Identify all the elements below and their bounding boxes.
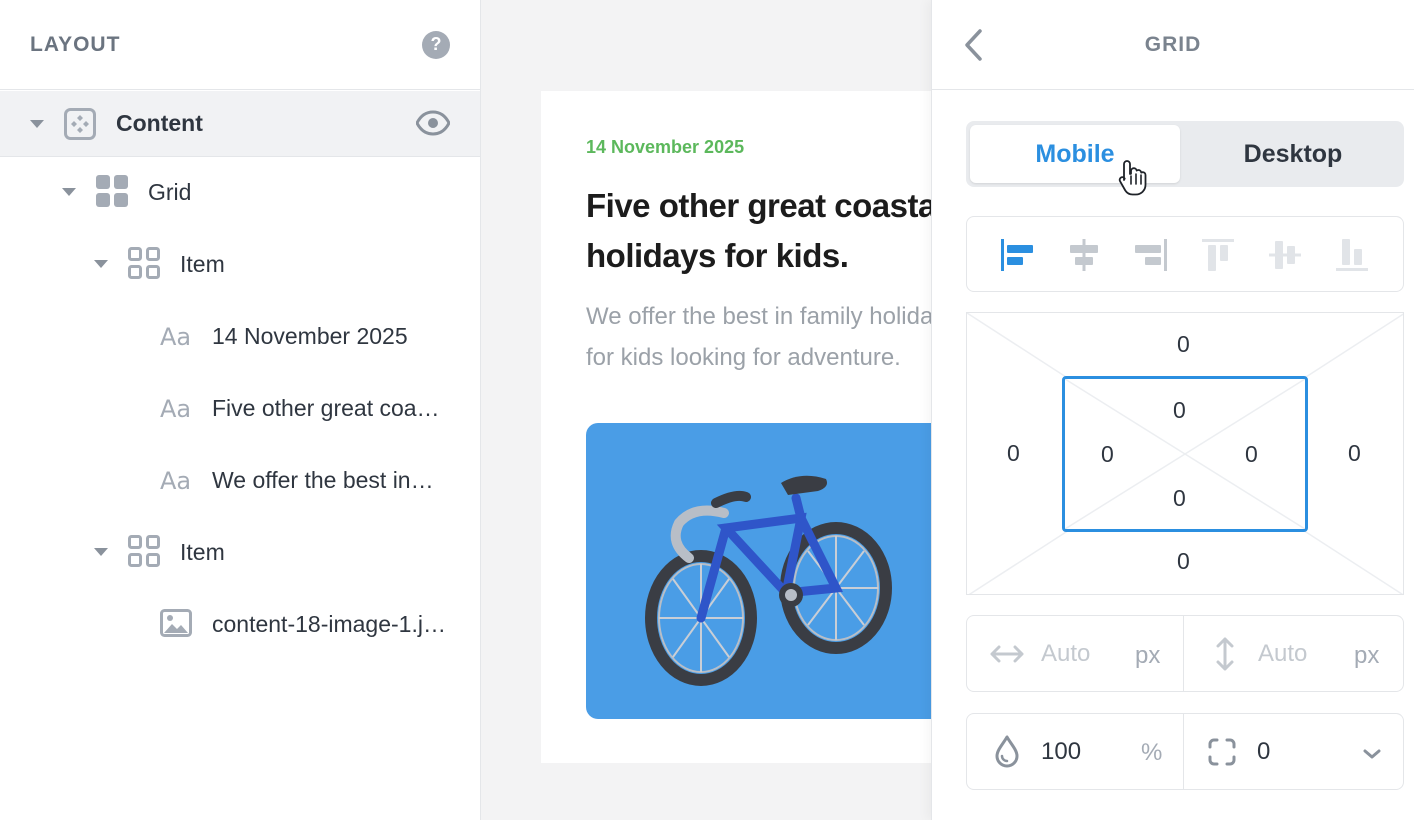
opacity-drop-icon <box>993 734 1021 773</box>
tree-item-text-title[interactable]: Aa Five other great coa… <box>0 374 480 440</box>
image-icon <box>160 609 192 637</box>
article-date[interactable]: 14 November 2025 <box>586 137 744 158</box>
padding-right-value[interactable]: 0 <box>1245 441 1258 468</box>
align-bottom-icon[interactable] <box>1334 237 1370 273</box>
tree-item-grid[interactable]: Grid <box>0 158 480 224</box>
alignment-toolbar <box>966 216 1404 292</box>
padding-top-value[interactable]: 0 <box>1173 397 1186 424</box>
collapse-caret-icon[interactable] <box>62 188 76 196</box>
hand-pointer-icon <box>1118 158 1148 201</box>
radius-input[interactable]: 0 <box>1257 738 1270 766</box>
height-input[interactable]: Auto <box>1258 640 1307 668</box>
divider <box>1183 714 1184 789</box>
align-right-icon[interactable] <box>1133 237 1169 273</box>
border-radius-icon <box>1207 737 1237 772</box>
size-fields: Auto px Auto px <box>966 615 1404 692</box>
device-toggle: Mobile Desktop <box>966 121 1404 187</box>
article-title[interactable]: Five other great coastal holidays for ki… <box>586 181 941 281</box>
preview-card[interactable]: 14 November 2025 Five other great coasta… <box>541 91 941 763</box>
grid-item-icon <box>128 535 160 567</box>
width-unit[interactable]: px <box>1135 642 1160 670</box>
spacing-editor: 0 0 0 0 0 0 0 0 <box>966 312 1404 595</box>
tree-item-label: content-18-image-1.j… <box>212 611 446 637</box>
tree-item-image[interactable]: content-18-image-1.j… <box>0 590 480 656</box>
tree-item-text-body[interactable]: Aa We offer the best in… <box>0 446 480 512</box>
opacity-input[interactable]: 100 <box>1041 738 1081 766</box>
width-arrows-icon <box>989 642 1025 671</box>
layout-panel-title: LAYOUT <box>30 32 121 56</box>
bicycle-illustration <box>645 475 892 686</box>
chevron-down-icon[interactable] <box>1363 747 1381 765</box>
opacity-unit[interactable]: % <box>1141 739 1162 767</box>
margin-right-value[interactable]: 0 <box>1348 440 1361 467</box>
article-image[interactable] <box>586 423 941 719</box>
grid-panel-title: GRID <box>1144 32 1202 56</box>
tree-item-text-date[interactable]: Aa 14 November 2025 <box>0 302 480 368</box>
layout-panel: LAYOUT ? Content Grid Item Aa 14 Novembe… <box>0 0 481 820</box>
padding-left-value[interactable]: 0 <box>1101 441 1114 468</box>
tree-item-label: We offer the best in… <box>212 467 434 493</box>
tree-item-label: 14 November 2025 <box>212 323 408 349</box>
text-icon: Aa <box>160 467 192 495</box>
height-unit[interactable]: px <box>1354 642 1379 670</box>
help-icon[interactable]: ? <box>422 30 450 59</box>
padding-box: 0 0 0 0 <box>1062 376 1308 532</box>
collapse-caret-icon[interactable] <box>94 260 108 268</box>
grid-panel-header: GRID <box>932 0 1414 90</box>
tree-item-label: Grid <box>148 179 192 205</box>
tree-item-content[interactable]: Content <box>0 91 480 157</box>
tab-mobile[interactable]: Mobile <box>970 125 1180 183</box>
tree-item-label: Item <box>180 251 225 277</box>
padding-bottom-value[interactable]: 0 <box>1173 485 1186 512</box>
margin-top-value[interactable]: 0 <box>1177 331 1190 358</box>
align-middle-icon[interactable] <box>1267 237 1303 273</box>
tree-item-item[interactable]: Item <box>0 230 480 296</box>
style-fields: 100 % 0 <box>966 713 1404 790</box>
article-text[interactable]: We offer the best in family holidays, pe… <box>586 296 941 378</box>
grid-item-icon <box>128 247 160 279</box>
align-center-icon[interactable] <box>1066 237 1102 273</box>
tab-desktop[interactable]: Desktop <box>1186 125 1400 183</box>
tree-item-label: Five other great coa… <box>212 395 440 421</box>
width-input[interactable]: Auto <box>1041 640 1090 668</box>
text-icon: Aa <box>160 395 192 423</box>
tree-item-item[interactable]: Item <box>0 518 480 584</box>
margin-bottom-value[interactable]: 0 <box>1177 548 1190 575</box>
grid-settings-panel: GRID Mobile Desktop 0 0 0 0 0 0 0 0 Auto… <box>931 0 1414 820</box>
component-icon <box>64 108 96 140</box>
align-top-icon[interactable] <box>1200 237 1236 273</box>
collapse-caret-icon[interactable] <box>94 548 108 556</box>
margin-left-value[interactable]: 0 <box>1007 440 1020 467</box>
collapse-caret-icon[interactable] <box>30 120 44 128</box>
eye-icon[interactable] <box>415 110 451 141</box>
divider <box>1183 616 1184 691</box>
height-arrows-icon <box>1213 636 1237 677</box>
tree-item-label: Content <box>116 110 203 136</box>
tree-item-label: Item <box>180 539 225 565</box>
text-icon: Aa <box>160 323 192 351</box>
back-chevron-icon[interactable] <box>962 28 984 67</box>
grid-icon <box>96 175 128 207</box>
bicycle-seat <box>781 475 827 495</box>
layout-panel-header: LAYOUT ? <box>0 0 480 90</box>
align-left-icon[interactable] <box>999 237 1035 273</box>
